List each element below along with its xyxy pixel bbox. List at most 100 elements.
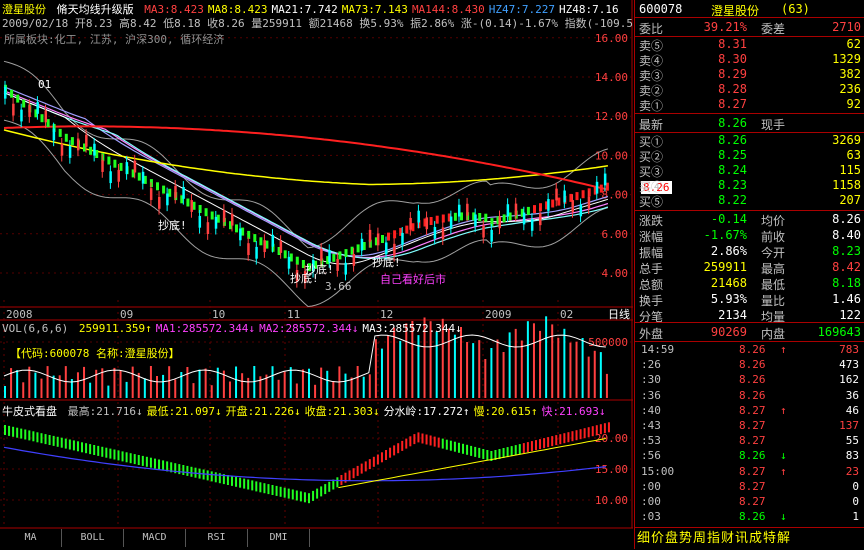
- sell-price: 8.27: [718, 97, 747, 111]
- bull-bar: [299, 491, 302, 502]
- vol-bar: [387, 335, 390, 398]
- bull-bar: [247, 479, 250, 490]
- stat-row: 换手 5.93% 量比 1.46: [635, 291, 864, 308]
- vol-bar: [131, 366, 134, 398]
- vol-bar: [466, 342, 469, 398]
- vol-bar: [374, 339, 377, 398]
- buy-row[interactable]: 买① 8.26 3269: [635, 133, 864, 149]
- tick-time: 15:00: [641, 464, 675, 478]
- sell-row[interactable]: 卖② 8.28 236: [635, 82, 864, 98]
- candle-body: [563, 190, 566, 203]
- sell-price: 8.30: [718, 52, 747, 66]
- candle-body: [28, 105, 31, 117]
- date-axis-label: 12: [380, 308, 393, 321]
- buy-row[interactable]: 买⑤ 8.22 207: [635, 193, 864, 209]
- bull-bar: [470, 445, 473, 456]
- sell-row[interactable]: 卖① 8.27 92: [635, 97, 864, 113]
- ribbon-block: [101, 153, 105, 162]
- stat-row: 总手 259911 最高 8.42: [635, 259, 864, 276]
- vol-bar: [563, 328, 566, 398]
- vol-bar: [380, 348, 383, 398]
- buy-volume: 207: [839, 193, 861, 207]
- bull-bar: [113, 449, 116, 460]
- ribbon-block: [235, 224, 238, 233]
- bull-bar: [401, 440, 404, 451]
- candle-body: [206, 222, 210, 234]
- sell-row[interactable]: 卖⑤ 8.31 62: [635, 37, 864, 53]
- price-axis-label: 12.00: [595, 110, 628, 123]
- bull-value: 最高:21.716↓: [67, 405, 143, 418]
- bull-bar: [567, 432, 570, 443]
- buy-row[interactable]: 买④ 8.23 1158: [635, 178, 864, 194]
- ribbon-block: [210, 211, 214, 220]
- kline-chart-area[interactable]: 16.00 14.00 12.00 10.00 8.00 6.00 4.00 2008 09 10…: [0, 0, 672, 549]
- tick-row[interactable]: :26 8.26 473: [635, 357, 864, 373]
- bull-bar: [226, 475, 229, 485]
- buy-volume: 3269: [832, 133, 861, 147]
- vol-bar: [58, 375, 61, 398]
- tick-row[interactable]: :00 8.27 0: [635, 479, 864, 495]
- bull-bar: [239, 477, 242, 488]
- buy-row[interactable]: 买② 8.25 63: [635, 148, 864, 164]
- bull-bar: [279, 486, 282, 497]
- bull-bar: [518, 444, 521, 455]
- tick-price: 8.27: [739, 403, 766, 417]
- sell-row[interactable]: 卖③ 8.29 382: [635, 67, 864, 83]
- bull-bar: [158, 459, 161, 470]
- candle-body: [52, 128, 56, 141]
- bull-bar: [449, 440, 452, 451]
- ribbon-block: [119, 162, 123, 171]
- tick-row[interactable]: :53 8.27 55: [635, 433, 864, 449]
- candle-body: [328, 250, 331, 262]
- vol-bar: [581, 338, 584, 398]
- bull-bar: [474, 446, 477, 457]
- tick-row[interactable]: :56 8.26 ↓ 83: [635, 448, 864, 464]
- vol-bar: [156, 376, 158, 398]
- bull-value: 开盘:21.226↓: [225, 405, 301, 418]
- tick-row[interactable]: :30 8.26 162: [635, 372, 864, 388]
- tick-row[interactable]: :43 8.27 137: [635, 418, 864, 434]
- bull-bar: [563, 433, 566, 444]
- vol-bar: [551, 324, 554, 398]
- tick-row[interactable]: :00 8.27 0: [635, 494, 864, 510]
- tab-ma[interactable]: MA: [0, 529, 62, 547]
- candle-body: [158, 196, 161, 209]
- candle-body: [393, 243, 396, 256]
- tab-boll[interactable]: BOLL: [62, 529, 124, 547]
- tab-dmi[interactable]: DMI: [248, 529, 310, 547]
- vol-code-text: 【代码:600078 名称:澄星股份】: [10, 347, 180, 360]
- bull-bar: [372, 456, 375, 467]
- tick-row[interactable]: :40 8.27 ↑ 46: [635, 403, 864, 419]
- vol-bar: [557, 337, 560, 398]
- candle-body: [587, 196, 591, 209]
- tick-price: 8.27: [739, 419, 766, 432]
- vol-bar: [545, 316, 548, 398]
- bull-bar: [145, 456, 148, 467]
- tick-row[interactable]: :36 8.26 36: [635, 388, 864, 404]
- candle-body: [68, 146, 72, 158]
- buy-row[interactable]: 买③ 8.24 115: [635, 163, 864, 179]
- tick-row[interactable]: 15:00 8.27 ↑ 23: [635, 464, 864, 480]
- bull-bar: [28, 430, 31, 441]
- bull-bar: [312, 490, 315, 501]
- bull-bar: [235, 476, 238, 487]
- vol-bar: [314, 384, 317, 398]
- tick-row[interactable]: 14:59 8.26 ↑ 783: [635, 342, 864, 358]
- ribbon-block: [253, 234, 257, 243]
- main-chart-svg[interactable]: 16.0014.0012.0010.008.006.004.002008 09 10…: [0, 0, 633, 549]
- tab-macd[interactable]: MACD: [124, 529, 186, 547]
- ribbon-block: [198, 205, 202, 213]
- candle-body: [425, 217, 429, 230]
- ribbon-block: [16, 94, 20, 103]
- vol-bar: [472, 343, 475, 398]
- quote-bottom-tabs[interactable]: 细价盘势周指财讯成特解: [635, 527, 864, 550]
- candle-body: [222, 210, 226, 222]
- tick-volume: 36: [845, 388, 859, 402]
- bull-bar: [72, 440, 75, 451]
- bull-axis-label: 10.00: [595, 494, 628, 507]
- vol-bar: [502, 352, 505, 398]
- tab-rsi[interactable]: RSI: [186, 529, 248, 547]
- sell-row[interactable]: 卖④ 8.30 1329: [635, 52, 864, 68]
- tick-row[interactable]: :03 8.26 ↓ 1: [635, 509, 864, 525]
- candle-body: [466, 203, 469, 216]
